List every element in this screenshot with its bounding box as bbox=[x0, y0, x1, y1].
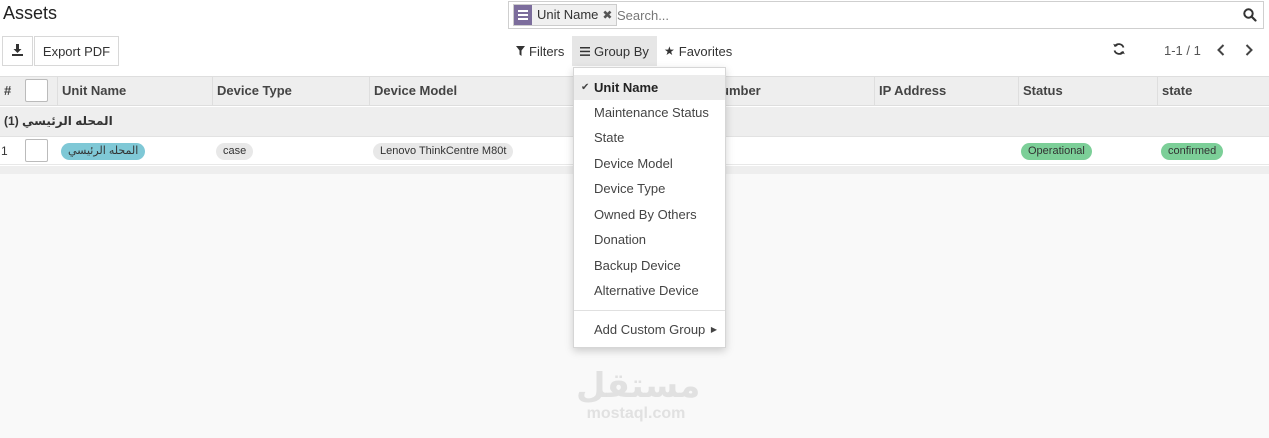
group-by-option-unit-name[interactable]: ✔ Unit Name bbox=[574, 75, 725, 100]
add-custom-group-item[interactable]: Add Custom Group ▶ bbox=[574, 317, 725, 342]
favorites-button[interactable]: ★ Favorites bbox=[656, 36, 740, 66]
column-header-status[interactable]: Status bbox=[1018, 77, 1157, 105]
facet-remove-icon[interactable]: ✖ bbox=[602, 5, 616, 25]
facet-label: Unit Name bbox=[537, 7, 599, 22]
column-header-state[interactable]: state bbox=[1157, 77, 1269, 105]
unit-name-tag: المحله الرئيسي bbox=[61, 143, 146, 160]
favorites-label: Favorites bbox=[678, 43, 733, 59]
bars-icon bbox=[580, 44, 590, 59]
group-by-option-maintenance-status[interactable]: Maintenance Status bbox=[574, 100, 725, 125]
check-icon: ✔ bbox=[581, 82, 590, 93]
select-all-checkbox[interactable] bbox=[25, 79, 48, 102]
star-icon: ★ bbox=[664, 44, 675, 58]
group-by-dropdown: ✔ Unit Name Maintenance Status State Dev… bbox=[573, 67, 726, 348]
group-by-option-device-model[interactable]: Device Model bbox=[574, 151, 725, 176]
search-input[interactable] bbox=[617, 6, 1217, 24]
state-badge: confirmed bbox=[1161, 143, 1224, 160]
group-by-option-owned-by-others[interactable]: Owned By Others bbox=[574, 202, 725, 227]
export-pdf-button[interactable]: Export PDF bbox=[34, 36, 119, 66]
caret-right-icon: ▶ bbox=[710, 325, 717, 334]
column-header-unit-name[interactable]: Unit Name bbox=[57, 77, 212, 105]
row-number: 1 bbox=[1, 144, 8, 158]
group-by-option-donation[interactable]: Donation bbox=[574, 227, 725, 252]
row-checkbox[interactable] bbox=[25, 139, 48, 162]
group-by-option-alternative-device[interactable]: Alternative Device bbox=[574, 278, 725, 303]
chevron-left-icon[interactable] bbox=[1215, 43, 1227, 60]
search-facet-unit-name: Unit Name ✖ bbox=[513, 4, 618, 26]
group-by-option-backup-device[interactable]: Backup Device bbox=[574, 253, 725, 278]
custom-group-label: Add Custom Group bbox=[594, 322, 706, 337]
column-header-device-type[interactable]: Device Type bbox=[212, 77, 369, 105]
search-icon[interactable] bbox=[1243, 8, 1257, 25]
group-label: المحله الرئيسي (1) bbox=[4, 114, 113, 128]
download-icon bbox=[11, 43, 24, 59]
device-type-tag: case bbox=[216, 143, 254, 160]
column-header-ip-address[interactable]: IP Address bbox=[874, 77, 1018, 105]
device-model-tag: Lenovo ThinkCentre M80t bbox=[373, 143, 514, 160]
option-label: Unit Name bbox=[594, 80, 659, 95]
chevron-right-icon[interactable] bbox=[1243, 43, 1255, 60]
group-by-option-state[interactable]: State bbox=[574, 125, 725, 150]
pager-value[interactable]: 1-1 / 1 bbox=[1164, 43, 1201, 58]
column-header-serial-number[interactable]: umber bbox=[716, 77, 874, 105]
filters-button[interactable]: Filters bbox=[508, 36, 572, 66]
search-bar[interactable]: Unit Name ✖ bbox=[508, 1, 1264, 29]
page-title: Assets bbox=[3, 3, 58, 23]
watermark-arabic: مستقل bbox=[576, 366, 701, 406]
filter-icon bbox=[516, 44, 525, 59]
filters-label: Filters bbox=[529, 43, 565, 59]
group-by-icon bbox=[514, 5, 532, 25]
group-by-label: Group By bbox=[594, 43, 649, 59]
row-number-header: # bbox=[4, 83, 12, 98]
refresh-icon[interactable] bbox=[1112, 42, 1126, 59]
group-by-button[interactable]: Group By bbox=[572, 36, 657, 66]
menu-divider bbox=[574, 310, 725, 311]
download-button[interactable] bbox=[2, 36, 33, 66]
watermark-latin: mostaql.com bbox=[586, 405, 686, 422]
status-badge: Operational bbox=[1021, 143, 1092, 160]
mostaql-watermark: مستقل mostaql.com bbox=[576, 366, 701, 422]
group-by-option-device-type[interactable]: Device Type bbox=[574, 176, 725, 201]
